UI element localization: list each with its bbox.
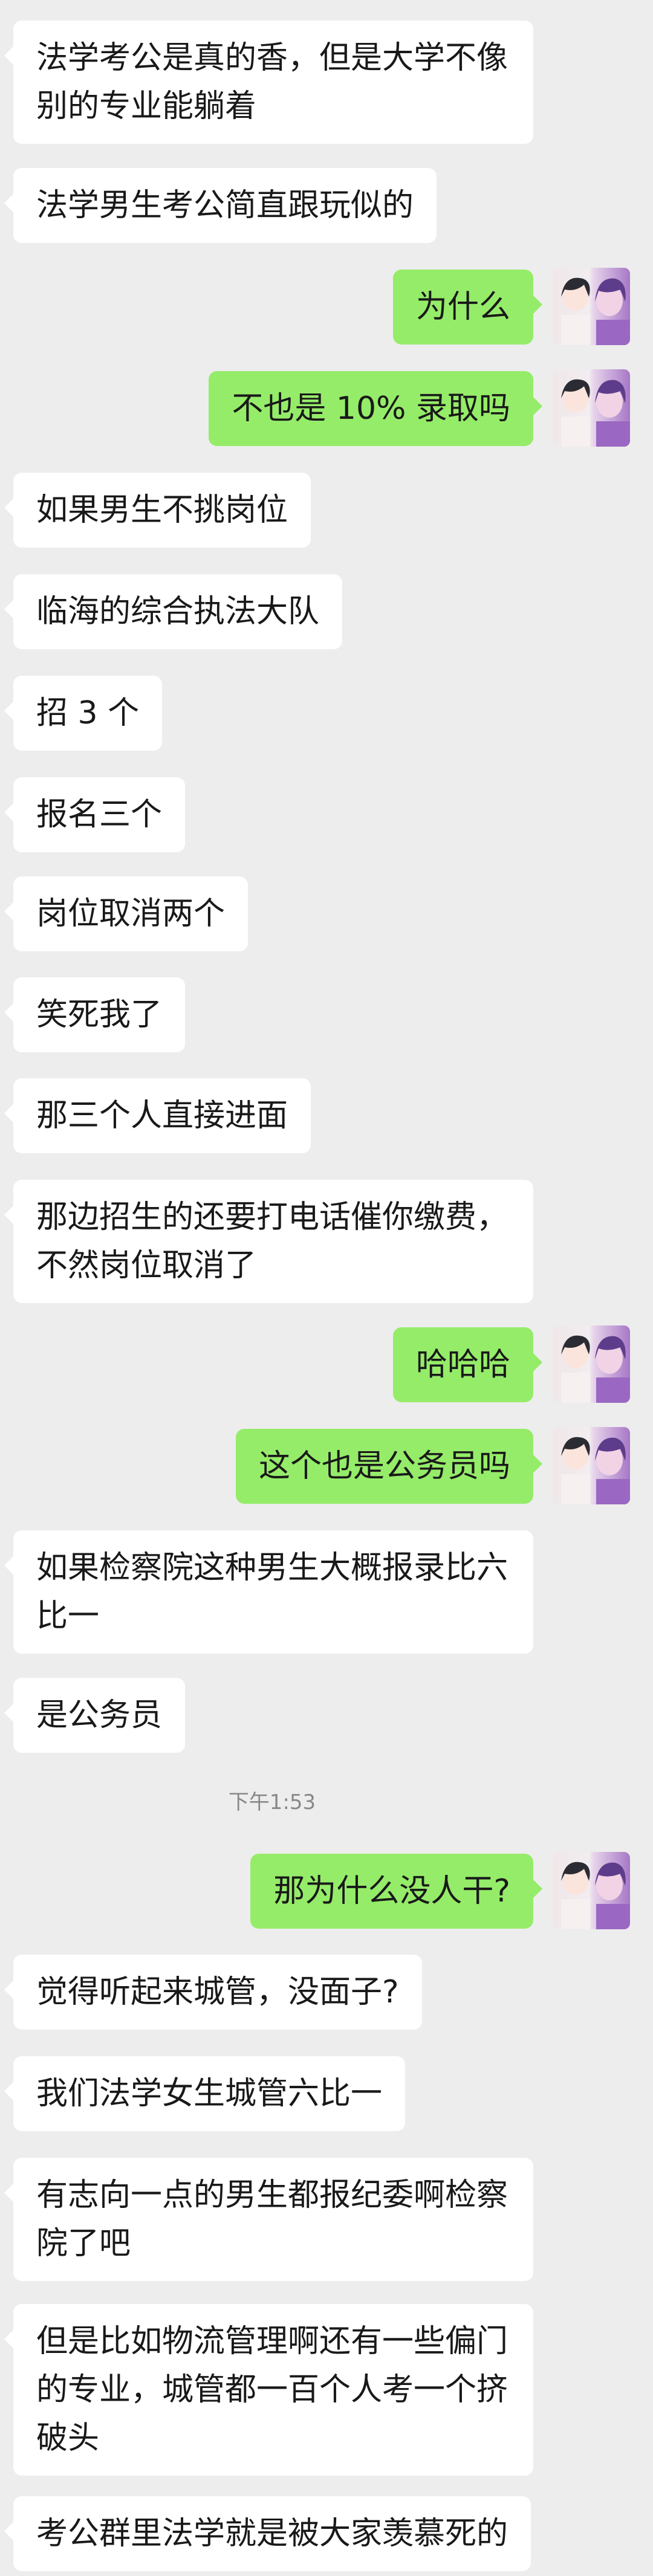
user-avatar-image[interactable] bbox=[553, 268, 630, 345]
message-bubble-received[interactable]: 法学考公是真的香，但是大学不像别的专业能躺着 bbox=[4, 21, 533, 144]
chat-conversation: 法学考公是真的香，但是大学不像别的专业能躺着 法学男生考公简直跟玩似的 为什么 … bbox=[0, 0, 653, 2576]
user-avatar-image[interactable] bbox=[553, 369, 630, 447]
message-bubble-sent[interactable]: 不也是 10% 录取吗 bbox=[209, 371, 542, 446]
message-bubble-received[interactable]: 有志向一点的男生都报纪委啊检察院了吧 bbox=[4, 2158, 533, 2281]
message-bubble-sent[interactable]: 哈哈哈 bbox=[392, 1327, 543, 1402]
message-bubble-received[interactable]: 如果检察院这种男生大概报录比六比一 bbox=[4, 1530, 533, 1654]
message-bubble-received[interactable]: 是公务员 bbox=[4, 1678, 186, 1753]
message-bubble-received[interactable]: 法学男生考公简直跟玩似的 bbox=[4, 168, 437, 243]
message-bubble-received[interactable]: 那三个人直接进面 bbox=[4, 1078, 311, 1153]
message-bubble-received[interactable]: 考公群里法学就是被大家羡慕死的 bbox=[4, 2496, 531, 2571]
message-bubble-sent[interactable]: 这个也是公务员吗 bbox=[235, 1429, 543, 1504]
message-bubble-received[interactable]: 岗位取消两个 bbox=[4, 876, 249, 951]
message-bubble-received[interactable]: 临海的综合执法大队 bbox=[4, 574, 343, 649]
message-bubble-received[interactable]: 笑死我了 bbox=[4, 977, 186, 1052]
message-bubble-received[interactable]: 那边招生的还要打电话催你缴费，不然岗位取消了 bbox=[4, 1180, 533, 1303]
message-bubble-sent[interactable]: 为什么 bbox=[392, 270, 543, 345]
user-avatar-image[interactable] bbox=[553, 1852, 630, 1929]
message-bubble-received[interactable]: 报名三个 bbox=[4, 777, 186, 852]
message-bubble-sent[interactable]: 那为什么没人干? bbox=[250, 1854, 542, 1929]
user-avatar-image[interactable] bbox=[553, 1325, 630, 1403]
user-avatar-image[interactable] bbox=[553, 1427, 630, 1504]
chat-timestamp: 下午1:53 bbox=[228, 1790, 316, 1814]
message-bubble-received[interactable]: 但是比如物流管理啊还有一些偏门的专业，城管都一百个人考一个挤破头 bbox=[4, 2304, 533, 2476]
message-bubble-received[interactable]: 我们法学女生城管六比一 bbox=[4, 2056, 406, 2131]
message-bubble-received[interactable]: 觉得听起来城管，没面子? bbox=[4, 1955, 422, 2030]
message-bubble-received[interactable]: 招 3 个 bbox=[4, 676, 163, 751]
message-bubble-received[interactable]: 如果男生不挑岗位 bbox=[4, 473, 311, 548]
